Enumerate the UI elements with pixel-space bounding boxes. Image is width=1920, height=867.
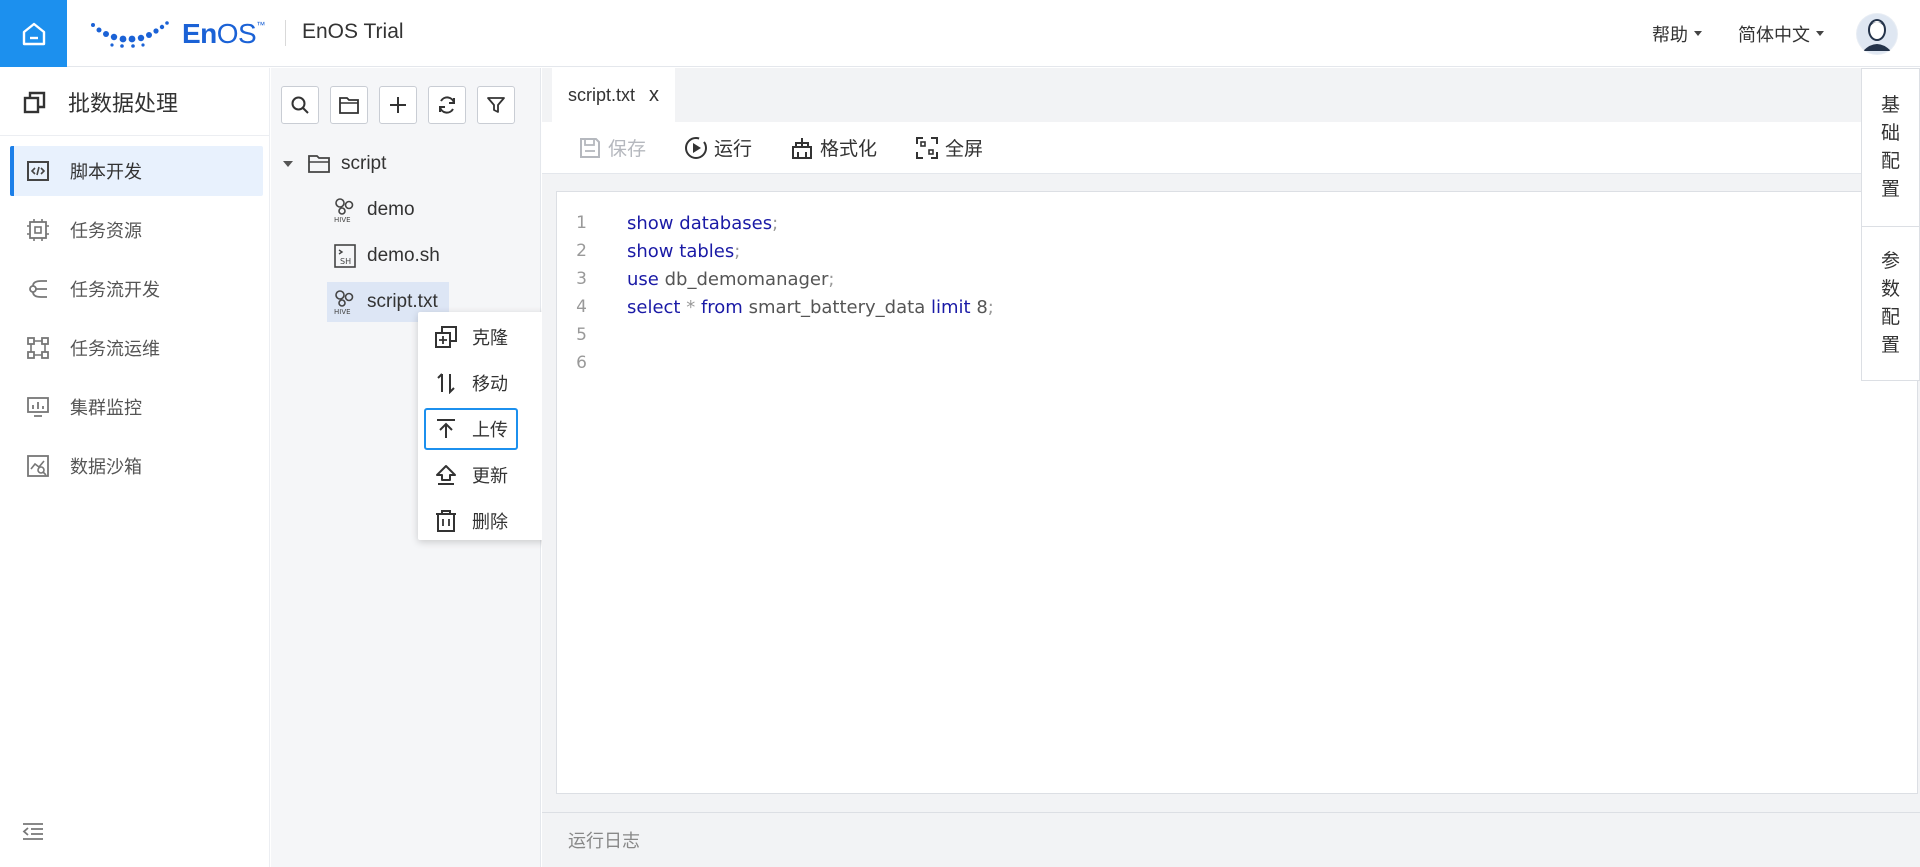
collapse-sidebar-button[interactable] (22, 822, 44, 845)
sidebar: 批数据处理 脚本开发 任务资源 任务流开发 任务流运维 集群监控 数据沙箱 (0, 68, 270, 867)
format-brush-icon (790, 136, 814, 160)
tree-toolbar (271, 68, 540, 124)
top-bar: EnOS™ EnOS Trial 帮助 简体中文 (0, 0, 1920, 67)
svg-text:HIVE: HIVE (334, 308, 351, 315)
basic-config-tab[interactable]: 基 础 配 置 (1862, 69, 1919, 227)
task-resource-icon (26, 218, 50, 242)
search-icon (291, 96, 309, 114)
svg-text:HIVE: HIVE (334, 216, 351, 223)
cluster-monitor-icon (26, 395, 50, 419)
logo-text: EnOS™ (182, 18, 265, 49)
save-icon (578, 136, 602, 160)
param-config-tab[interactable]: 参 数 配 置 (1862, 227, 1919, 380)
hive-file-icon: HIVE (333, 290, 357, 315)
delete-icon (434, 509, 458, 533)
tree-file-demo-sh[interactable]: SH demo.sh (271, 236, 540, 276)
header-divider (285, 20, 286, 46)
language-menu[interactable]: 简体中文 (1738, 21, 1824, 47)
folder-icon (307, 152, 331, 176)
sidebar-item-cluster-monitor[interactable]: 集群监控 (10, 382, 263, 432)
home-button[interactable] (0, 0, 67, 67)
app-title: EnOS Trial (302, 20, 404, 43)
code-line: 2 show tables; (576, 240, 741, 262)
home-icon (22, 22, 45, 45)
code-line: 1 show databases; (576, 212, 779, 234)
tree-file-demo[interactable]: HIVE demo (271, 190, 540, 230)
search-button[interactable] (281, 86, 319, 124)
clone-icon (434, 325, 458, 349)
fullscreen-icon (915, 136, 939, 160)
code-line: 5 (576, 325, 587, 345)
batch-processing-icon (23, 91, 46, 113)
workflow-ops-icon (26, 336, 50, 360)
code-editor[interactable]: 1 show databases; 2 show tables; 3 use d… (556, 191, 1918, 794)
sidebar-item-script-dev[interactable]: 脚本开发 (10, 146, 263, 196)
filter-icon (487, 97, 505, 113)
user-avatar-icon (1857, 13, 1897, 54)
sidebar-item-workflow-dev[interactable]: 任务流开发 (10, 264, 263, 314)
refresh-icon (439, 96, 455, 114)
update-icon (434, 463, 458, 487)
plus-icon (390, 97, 406, 113)
new-folder-button[interactable] (330, 86, 368, 124)
refresh-button[interactable] (428, 86, 466, 124)
sidebar-item-workflow-ops[interactable]: 任务流运维 (10, 323, 263, 373)
chevron-down-icon (1694, 31, 1702, 36)
sidebar-header: 批数据处理 (0, 68, 269, 136)
move-icon (434, 371, 458, 395)
menu-collapse-icon (22, 823, 43, 840)
data-sandbox-icon (26, 454, 50, 478)
hive-file-icon: HIVE (333, 198, 357, 223)
tab-script-txt[interactable]: script.txt x (552, 68, 676, 122)
file-tree: script HIVE demo SH demo.sh HIVE script.… (271, 144, 540, 322)
filter-button[interactable] (477, 86, 515, 124)
code-line: 3 use db_demomanager; (576, 268, 835, 290)
editor-toolbar: 保存 运行 格式化 全屏 (542, 122, 1862, 174)
help-menu[interactable]: 帮助 (1652, 21, 1702, 47)
tree-folder-script[interactable]: script (271, 144, 540, 184)
sidebar-nav: 脚本开发 任务资源 任务流开发 任务流运维 集群监控 数据沙箱 (0, 136, 269, 491)
enos-logo[interactable]: EnOS™ (90, 14, 265, 54)
run-log-bar[interactable]: 运行日志 (542, 812, 1920, 867)
workflow-dev-icon (26, 277, 50, 301)
sidebar-item-data-sandbox[interactable]: 数据沙箱 (10, 441, 263, 491)
enos-dots-icon (91, 21, 169, 48)
format-button[interactable]: 格式化 (790, 134, 877, 161)
caret-down-icon[interactable] (283, 161, 293, 167)
save-button[interactable]: 保存 (578, 134, 646, 161)
folder-icon (339, 97, 359, 114)
fullscreen-button[interactable]: 全屏 (915, 134, 983, 161)
editor-area: script.txt x 保存 运行 格式化 全屏 1 show databas… (542, 68, 1920, 867)
editor-tabbar: script.txt x (542, 68, 1920, 122)
script-dev-icon (26, 159, 50, 183)
play-icon (684, 136, 708, 160)
config-panel: 基 础 配 置 参 数 配 置 (1861, 68, 1920, 381)
shell-file-icon: SH (333, 244, 357, 268)
add-button[interactable] (379, 86, 417, 124)
upload-icon (434, 417, 458, 441)
run-button[interactable]: 运行 (684, 134, 752, 161)
code-line: 4 select * from smart_battery_data limit… (576, 296, 994, 318)
code-line: 6 (576, 353, 587, 373)
avatar[interactable] (1856, 12, 1898, 55)
svg-text:SH: SH (340, 257, 351, 266)
context-menu-upload[interactable]: 上传 (424, 408, 518, 450)
sidebar-title: 批数据处理 (68, 90, 179, 116)
close-icon[interactable]: x (649, 84, 659, 107)
chevron-down-icon (1816, 31, 1824, 36)
sidebar-item-task-resource[interactable]: 任务资源 (10, 205, 263, 255)
